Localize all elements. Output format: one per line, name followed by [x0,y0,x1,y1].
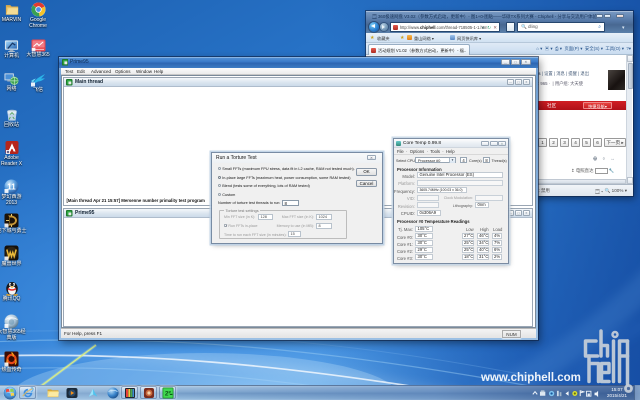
svg-text:11: 11 [7,183,16,192]
